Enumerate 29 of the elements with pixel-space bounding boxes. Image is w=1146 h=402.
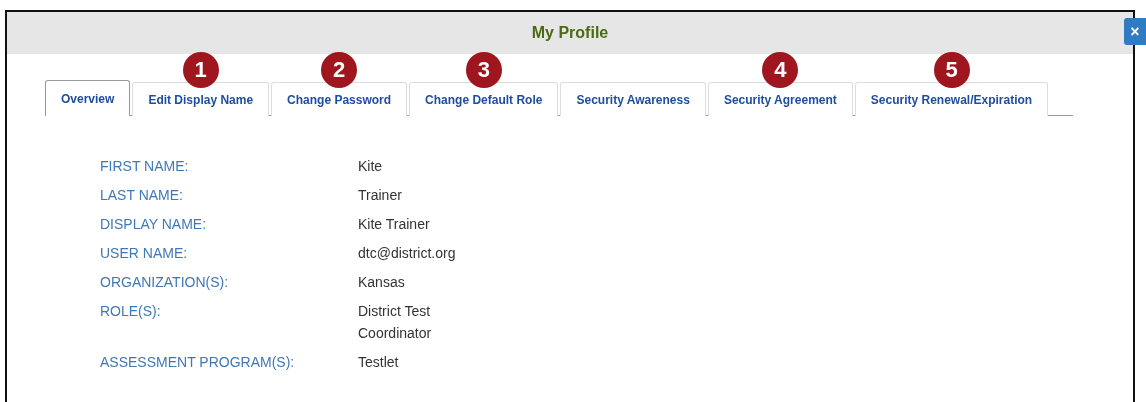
number-badge: 1 [182, 52, 219, 88]
tab[interactable]: Overview [45, 80, 131, 116]
field-label: LAST NAME: [100, 187, 184, 203]
tab[interactable]: Edit Display Name [132, 82, 270, 116]
field-label: ORGANIZATION(S): [100, 274, 230, 290]
field-value: Kite Trainer [358, 216, 430, 232]
field-label: USER NAME: [100, 245, 189, 261]
tab[interactable]: Security Agreement [707, 82, 853, 116]
window-title: My Profile [531, 24, 609, 42]
tab[interactable]: Security Renewal/Expiration [854, 82, 1049, 116]
tab[interactable]: Change Password [271, 82, 408, 116]
field-value: District Test [358, 303, 432, 319]
tab[interactable]: Change Default Role [409, 82, 559, 116]
field-label: FIRST NAME: [100, 158, 190, 174]
field-label: ASSESSMENT PROGRAM(S): [100, 354, 296, 370]
field-value: Testlet [358, 354, 399, 370]
number-badge: 2 [321, 52, 358, 88]
field-label: ROLE(S): [100, 303, 162, 321]
field-value: Kite [358, 158, 383, 174]
field-value: Trainer [358, 187, 402, 203]
field-value: Coordinator [358, 325, 432, 341]
field-value: Kansas [358, 274, 405, 290]
close-button[interactable]: × [1124, 18, 1146, 45]
number-badge: 4 [762, 52, 799, 88]
number-badge: 3 [465, 52, 502, 88]
field-label: DISPLAY NAME: [100, 216, 208, 232]
tab[interactable]: Security Awareness [560, 82, 706, 116]
number-badge: 5 [933, 52, 970, 88]
field-value: dtc@district.org [358, 245, 456, 261]
